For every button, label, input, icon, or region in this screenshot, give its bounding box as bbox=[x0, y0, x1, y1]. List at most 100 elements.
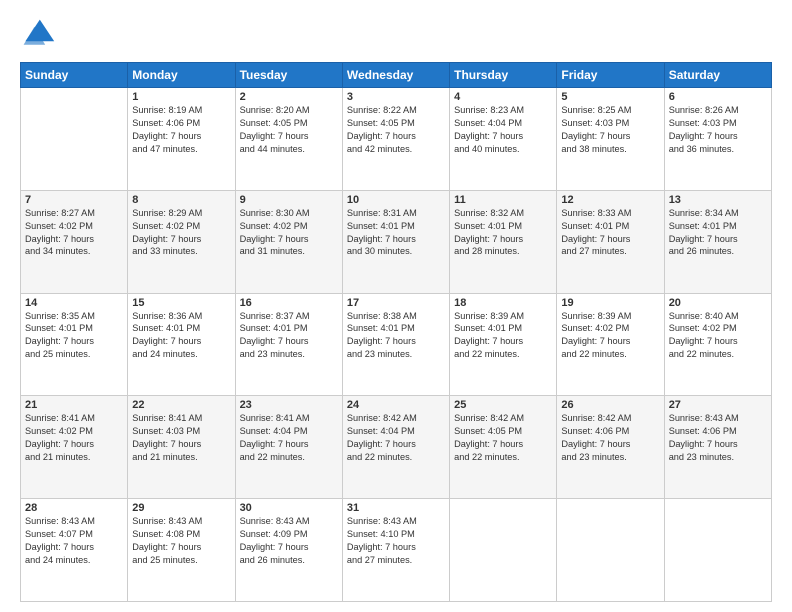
weekday-header-saturday: Saturday bbox=[664, 63, 771, 88]
day-info: Sunrise: 8:25 AM Sunset: 4:03 PM Dayligh… bbox=[561, 104, 659, 156]
day-info: Sunrise: 8:43 AM Sunset: 4:08 PM Dayligh… bbox=[132, 515, 230, 567]
day-info: Sunrise: 8:37 AM Sunset: 4:01 PM Dayligh… bbox=[240, 310, 338, 362]
header bbox=[20, 16, 772, 52]
weekday-header-monday: Monday bbox=[128, 63, 235, 88]
week-row-3: 21Sunrise: 8:41 AM Sunset: 4:02 PM Dayli… bbox=[21, 396, 772, 499]
day-info: Sunrise: 8:36 AM Sunset: 4:01 PM Dayligh… bbox=[132, 310, 230, 362]
calendar-cell: 12Sunrise: 8:33 AM Sunset: 4:01 PM Dayli… bbox=[557, 190, 664, 293]
calendar-cell: 7Sunrise: 8:27 AM Sunset: 4:02 PM Daylig… bbox=[21, 190, 128, 293]
day-number: 27 bbox=[669, 399, 767, 411]
day-number: 30 bbox=[240, 502, 338, 514]
calendar-cell: 13Sunrise: 8:34 AM Sunset: 4:01 PM Dayli… bbox=[664, 190, 771, 293]
day-number: 8 bbox=[132, 194, 230, 206]
calendar-cell: 3Sunrise: 8:22 AM Sunset: 4:05 PM Daylig… bbox=[342, 88, 449, 191]
calendar-cell bbox=[557, 499, 664, 602]
day-info: Sunrise: 8:26 AM Sunset: 4:03 PM Dayligh… bbox=[669, 104, 767, 156]
calendar-cell bbox=[664, 499, 771, 602]
calendar-cell: 25Sunrise: 8:42 AM Sunset: 4:05 PM Dayli… bbox=[450, 396, 557, 499]
page: SundayMondayTuesdayWednesdayThursdayFrid… bbox=[0, 0, 792, 612]
calendar-cell: 10Sunrise: 8:31 AM Sunset: 4:01 PM Dayli… bbox=[342, 190, 449, 293]
day-info: Sunrise: 8:42 AM Sunset: 4:04 PM Dayligh… bbox=[347, 412, 445, 464]
day-number: 21 bbox=[25, 399, 123, 411]
day-info: Sunrise: 8:39 AM Sunset: 4:01 PM Dayligh… bbox=[454, 310, 552, 362]
day-number: 19 bbox=[561, 297, 659, 309]
day-info: Sunrise: 8:27 AM Sunset: 4:02 PM Dayligh… bbox=[25, 207, 123, 259]
day-number: 28 bbox=[25, 502, 123, 514]
day-info: Sunrise: 8:40 AM Sunset: 4:02 PM Dayligh… bbox=[669, 310, 767, 362]
day-info: Sunrise: 8:34 AM Sunset: 4:01 PM Dayligh… bbox=[669, 207, 767, 259]
day-number: 24 bbox=[347, 399, 445, 411]
weekday-header-wednesday: Wednesday bbox=[342, 63, 449, 88]
day-info: Sunrise: 8:43 AM Sunset: 4:09 PM Dayligh… bbox=[240, 515, 338, 567]
calendar-cell: 19Sunrise: 8:39 AM Sunset: 4:02 PM Dayli… bbox=[557, 293, 664, 396]
calendar-cell: 6Sunrise: 8:26 AM Sunset: 4:03 PM Daylig… bbox=[664, 88, 771, 191]
day-info: Sunrise: 8:41 AM Sunset: 4:02 PM Dayligh… bbox=[25, 412, 123, 464]
week-row-2: 14Sunrise: 8:35 AM Sunset: 4:01 PM Dayli… bbox=[21, 293, 772, 396]
day-number: 18 bbox=[454, 297, 552, 309]
day-info: Sunrise: 8:43 AM Sunset: 4:06 PM Dayligh… bbox=[669, 412, 767, 464]
day-number: 16 bbox=[240, 297, 338, 309]
day-info: Sunrise: 8:43 AM Sunset: 4:10 PM Dayligh… bbox=[347, 515, 445, 567]
day-info: Sunrise: 8:33 AM Sunset: 4:01 PM Dayligh… bbox=[561, 207, 659, 259]
calendar-cell: 22Sunrise: 8:41 AM Sunset: 4:03 PM Dayli… bbox=[128, 396, 235, 499]
day-number: 7 bbox=[25, 194, 123, 206]
day-number: 9 bbox=[240, 194, 338, 206]
day-number: 26 bbox=[561, 399, 659, 411]
day-number: 15 bbox=[132, 297, 230, 309]
day-info: Sunrise: 8:29 AM Sunset: 4:02 PM Dayligh… bbox=[132, 207, 230, 259]
calendar-cell: 8Sunrise: 8:29 AM Sunset: 4:02 PM Daylig… bbox=[128, 190, 235, 293]
day-info: Sunrise: 8:22 AM Sunset: 4:05 PM Dayligh… bbox=[347, 104, 445, 156]
calendar-cell: 24Sunrise: 8:42 AM Sunset: 4:04 PM Dayli… bbox=[342, 396, 449, 499]
weekday-header-sunday: Sunday bbox=[21, 63, 128, 88]
calendar-cell: 4Sunrise: 8:23 AM Sunset: 4:04 PM Daylig… bbox=[450, 88, 557, 191]
day-info: Sunrise: 8:35 AM Sunset: 4:01 PM Dayligh… bbox=[25, 310, 123, 362]
day-info: Sunrise: 8:42 AM Sunset: 4:05 PM Dayligh… bbox=[454, 412, 552, 464]
calendar-cell: 14Sunrise: 8:35 AM Sunset: 4:01 PM Dayli… bbox=[21, 293, 128, 396]
day-number: 17 bbox=[347, 297, 445, 309]
day-number: 23 bbox=[240, 399, 338, 411]
week-row-0: 1Sunrise: 8:19 AM Sunset: 4:06 PM Daylig… bbox=[21, 88, 772, 191]
calendar-cell: 29Sunrise: 8:43 AM Sunset: 4:08 PM Dayli… bbox=[128, 499, 235, 602]
day-number: 10 bbox=[347, 194, 445, 206]
calendar-cell: 9Sunrise: 8:30 AM Sunset: 4:02 PM Daylig… bbox=[235, 190, 342, 293]
day-info: Sunrise: 8:38 AM Sunset: 4:01 PM Dayligh… bbox=[347, 310, 445, 362]
day-number: 31 bbox=[347, 502, 445, 514]
day-info: Sunrise: 8:31 AM Sunset: 4:01 PM Dayligh… bbox=[347, 207, 445, 259]
calendar-cell: 16Sunrise: 8:37 AM Sunset: 4:01 PM Dayli… bbox=[235, 293, 342, 396]
day-info: Sunrise: 8:32 AM Sunset: 4:01 PM Dayligh… bbox=[454, 207, 552, 259]
calendar-cell: 26Sunrise: 8:42 AM Sunset: 4:06 PM Dayli… bbox=[557, 396, 664, 499]
weekday-header-friday: Friday bbox=[557, 63, 664, 88]
week-row-1: 7Sunrise: 8:27 AM Sunset: 4:02 PM Daylig… bbox=[21, 190, 772, 293]
day-number: 11 bbox=[454, 194, 552, 206]
calendar-cell: 20Sunrise: 8:40 AM Sunset: 4:02 PM Dayli… bbox=[664, 293, 771, 396]
day-info: Sunrise: 8:39 AM Sunset: 4:02 PM Dayligh… bbox=[561, 310, 659, 362]
day-number: 4 bbox=[454, 91, 552, 103]
day-number: 22 bbox=[132, 399, 230, 411]
calendar-cell: 31Sunrise: 8:43 AM Sunset: 4:10 PM Dayli… bbox=[342, 499, 449, 602]
weekday-header-row: SundayMondayTuesdayWednesdayThursdayFrid… bbox=[21, 63, 772, 88]
day-info: Sunrise: 8:43 AM Sunset: 4:07 PM Dayligh… bbox=[25, 515, 123, 567]
day-number: 20 bbox=[669, 297, 767, 309]
week-row-4: 28Sunrise: 8:43 AM Sunset: 4:07 PM Dayli… bbox=[21, 499, 772, 602]
weekday-header-thursday: Thursday bbox=[450, 63, 557, 88]
calendar-cell bbox=[21, 88, 128, 191]
day-number: 14 bbox=[25, 297, 123, 309]
calendar-cell: 15Sunrise: 8:36 AM Sunset: 4:01 PM Dayli… bbox=[128, 293, 235, 396]
day-info: Sunrise: 8:42 AM Sunset: 4:06 PM Dayligh… bbox=[561, 412, 659, 464]
calendar-cell: 27Sunrise: 8:43 AM Sunset: 4:06 PM Dayli… bbox=[664, 396, 771, 499]
calendar-cell: 11Sunrise: 8:32 AM Sunset: 4:01 PM Dayli… bbox=[450, 190, 557, 293]
weekday-header-tuesday: Tuesday bbox=[235, 63, 342, 88]
calendar-cell: 21Sunrise: 8:41 AM Sunset: 4:02 PM Dayli… bbox=[21, 396, 128, 499]
day-info: Sunrise: 8:23 AM Sunset: 4:04 PM Dayligh… bbox=[454, 104, 552, 156]
day-number: 12 bbox=[561, 194, 659, 206]
calendar-cell: 1Sunrise: 8:19 AM Sunset: 4:06 PM Daylig… bbox=[128, 88, 235, 191]
calendar-cell: 2Sunrise: 8:20 AM Sunset: 4:05 PM Daylig… bbox=[235, 88, 342, 191]
day-info: Sunrise: 8:19 AM Sunset: 4:06 PM Dayligh… bbox=[132, 104, 230, 156]
day-number: 1 bbox=[132, 91, 230, 103]
calendar-cell: 5Sunrise: 8:25 AM Sunset: 4:03 PM Daylig… bbox=[557, 88, 664, 191]
calendar-cell: 28Sunrise: 8:43 AM Sunset: 4:07 PM Dayli… bbox=[21, 499, 128, 602]
day-number: 5 bbox=[561, 91, 659, 103]
calendar-cell: 17Sunrise: 8:38 AM Sunset: 4:01 PM Dayli… bbox=[342, 293, 449, 396]
day-number: 6 bbox=[669, 91, 767, 103]
day-number: 29 bbox=[132, 502, 230, 514]
